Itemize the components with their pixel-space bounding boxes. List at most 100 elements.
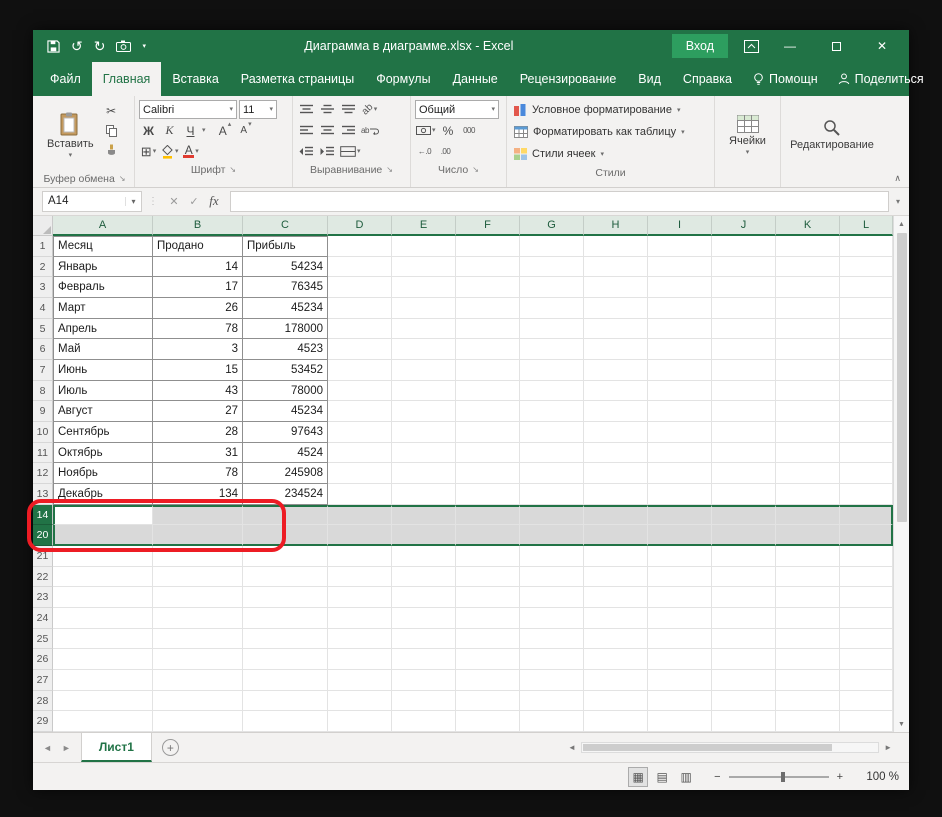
- cell-G12[interactable]: [520, 463, 584, 484]
- cell-A20[interactable]: [53, 525, 153, 546]
- cell-A22[interactable]: [53, 567, 153, 588]
- cell-G24[interactable]: [520, 608, 584, 629]
- cell-D29[interactable]: [328, 711, 392, 732]
- cell-I24[interactable]: [648, 608, 712, 629]
- cell-F26[interactable]: [456, 649, 520, 670]
- cell-J11[interactable]: [712, 443, 776, 464]
- cell-K24[interactable]: [776, 608, 840, 629]
- cell-A28[interactable]: [53, 691, 153, 712]
- cell-K4[interactable]: [776, 298, 840, 319]
- cell-G21[interactable]: [520, 546, 584, 567]
- cell-H25[interactable]: [584, 629, 648, 650]
- cell-A21[interactable]: [53, 546, 153, 567]
- cell-G11[interactable]: [520, 443, 584, 464]
- column-header-D[interactable]: D: [328, 216, 392, 236]
- dialog-launcher-icon[interactable]: ↘: [229, 165, 236, 174]
- cell-I11[interactable]: [648, 443, 712, 464]
- cell-H29[interactable]: [584, 711, 648, 732]
- cell-E11[interactable]: [392, 443, 456, 464]
- cell-K25[interactable]: [776, 629, 840, 650]
- cell-D12[interactable]: [328, 463, 392, 484]
- cell-E24[interactable]: [392, 608, 456, 629]
- cell-B2[interactable]: 14: [153, 257, 243, 278]
- cell-G9[interactable]: [520, 401, 584, 422]
- row-header-23[interactable]: 23: [33, 587, 53, 608]
- cell-I21[interactable]: [648, 546, 712, 567]
- cell-F29[interactable]: [456, 711, 520, 732]
- cell-A7[interactable]: Июнь: [53, 360, 153, 381]
- align-top-icon[interactable]: [297, 100, 316, 119]
- cell-I7[interactable]: [648, 360, 712, 381]
- cell-K12[interactable]: [776, 463, 840, 484]
- cell-E29[interactable]: [392, 711, 456, 732]
- row-header-29[interactable]: 29: [33, 711, 53, 732]
- cell-D11[interactable]: [328, 443, 392, 464]
- cell-I10[interactable]: [648, 422, 712, 443]
- cell-J28[interactable]: [712, 691, 776, 712]
- cell-D7[interactable]: [328, 360, 392, 381]
- assistant-button[interactable]: Помощн: [743, 62, 828, 96]
- cell-B11[interactable]: 31: [153, 443, 243, 464]
- column-header-H[interactable]: H: [584, 216, 648, 236]
- cell-C8[interactable]: 78000: [243, 381, 328, 402]
- italic-button[interactable]: К: [160, 121, 179, 140]
- share-button[interactable]: Поделиться: [828, 62, 934, 96]
- font-size-select[interactable]: 11 ▾: [239, 100, 277, 119]
- ribbon-display-options-icon[interactable]: [744, 40, 759, 53]
- cell-F27[interactable]: [456, 670, 520, 691]
- cell-E5[interactable]: [392, 319, 456, 340]
- cell-H7[interactable]: [584, 360, 648, 381]
- cell-H13[interactable]: [584, 484, 648, 505]
- column-header-G[interactable]: G: [520, 216, 584, 236]
- save-icon[interactable]: [47, 40, 60, 53]
- cell-C28[interactable]: [243, 691, 328, 712]
- row-header-22[interactable]: 22: [33, 567, 53, 588]
- cell-I9[interactable]: [648, 401, 712, 422]
- cell-A23[interactable]: [53, 587, 153, 608]
- cell-D27[interactable]: [328, 670, 392, 691]
- cell-F1[interactable]: [456, 236, 520, 257]
- maximize-button[interactable]: [821, 34, 851, 58]
- row-header-8[interactable]: 8: [33, 381, 53, 402]
- cell-F28[interactable]: [456, 691, 520, 712]
- cell-I23[interactable]: [648, 587, 712, 608]
- cell-K28[interactable]: [776, 691, 840, 712]
- cell-L7[interactable]: [840, 360, 893, 381]
- cell-H22[interactable]: [584, 567, 648, 588]
- sign-in-button[interactable]: Вход: [672, 34, 728, 58]
- name-box[interactable]: A14 ▾: [42, 191, 142, 212]
- row-header-10[interactable]: 10: [33, 422, 53, 443]
- scroll-left-icon[interactable]: ◄: [565, 743, 579, 752]
- cell-J7[interactable]: [712, 360, 776, 381]
- cell-K29[interactable]: [776, 711, 840, 732]
- cell-J23[interactable]: [712, 587, 776, 608]
- cell-B27[interactable]: [153, 670, 243, 691]
- cell-G14[interactable]: [520, 505, 584, 526]
- cell-L13[interactable]: [840, 484, 893, 505]
- cell-C1[interactable]: Прибыль: [243, 236, 328, 257]
- cell-C13[interactable]: 234524: [243, 484, 328, 505]
- cell-F13[interactable]: [456, 484, 520, 505]
- cell-J2[interactable]: [712, 257, 776, 278]
- tab-view[interactable]: Вид: [627, 62, 672, 96]
- column-header-A[interactable]: A: [53, 216, 153, 236]
- cell-F10[interactable]: [456, 422, 520, 443]
- cell-A3[interactable]: Февраль: [53, 277, 153, 298]
- cell-A26[interactable]: [53, 649, 153, 670]
- cell-J20[interactable]: [712, 525, 776, 546]
- cell-D9[interactable]: [328, 401, 392, 422]
- cell-L23[interactable]: [840, 587, 893, 608]
- cell-F3[interactable]: [456, 277, 520, 298]
- minimize-button[interactable]: —: [775, 34, 805, 58]
- cell-F5[interactable]: [456, 319, 520, 340]
- cell-L8[interactable]: [840, 381, 893, 402]
- cell-J10[interactable]: [712, 422, 776, 443]
- zoom-slider-thumb[interactable]: [781, 772, 785, 782]
- cell-C27[interactable]: [243, 670, 328, 691]
- cell-F24[interactable]: [456, 608, 520, 629]
- cell-D25[interactable]: [328, 629, 392, 650]
- cell-E6[interactable]: [392, 339, 456, 360]
- cell-J29[interactable]: [712, 711, 776, 732]
- cell-A11[interactable]: Октябрь: [53, 443, 153, 464]
- row-header-7[interactable]: 7: [33, 360, 53, 381]
